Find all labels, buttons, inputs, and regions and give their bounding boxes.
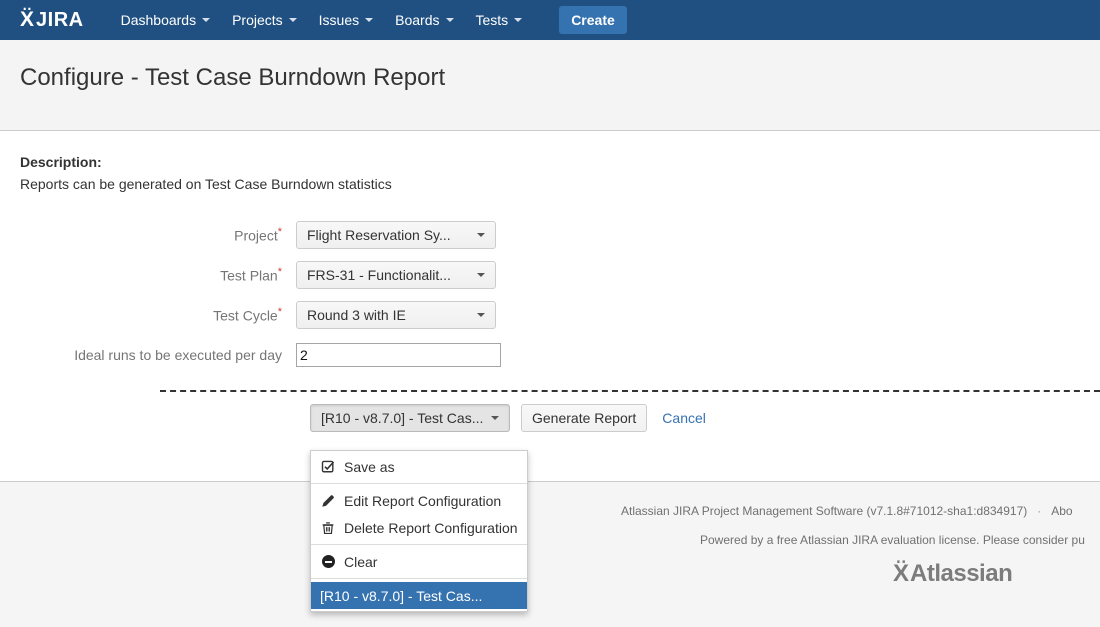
jira-logo-text: JIRA	[36, 9, 84, 32]
chevron-down-icon	[289, 18, 297, 22]
report-description: Description: Reports can be generated on…	[20, 154, 1100, 192]
menu-item-saved-report-r10[interactable]: [R10 - v8.7.0] - Test Cas...	[311, 582, 527, 609]
chevron-down-icon	[202, 18, 210, 22]
test-plan-select-value: FRS-31 - Functionalit...	[307, 267, 451, 283]
menu-separator	[311, 578, 527, 579]
form-row-test-plan: Test Plan* FRS-31 - Functionalit...	[20, 261, 1100, 289]
report-config-dropdown-value: [R10 - v8.7.0] - Test Cas...	[321, 410, 483, 426]
atlassian-logo[interactable]: Ẍ Atlassian	[893, 560, 1012, 588]
dashed-divider	[160, 390, 1100, 392]
create-button[interactable]: Create	[559, 6, 627, 34]
ideal-runs-input[interactable]	[296, 343, 501, 367]
checkbox-icon	[320, 459, 336, 475]
configure-form: Project* Flight Reservation Sy... Test P…	[0, 221, 1100, 367]
page-title: Configure - Test Case Burndown Report	[20, 64, 1080, 92]
menu-item-save-as[interactable]: Save as	[311, 453, 527, 480]
form-row-test-cycle: Test Cycle* Round 3 with IE	[20, 301, 1100, 329]
page-header: Configure - Test Case Burndown Report	[0, 40, 1100, 131]
chevron-down-icon	[477, 313, 485, 317]
project-label: Project*	[20, 225, 296, 246]
test-cycle-select[interactable]: Round 3 with IE	[296, 301, 496, 329]
report-config-menu: Save as Edit Report Configuration Delete…	[310, 450, 528, 612]
required-mark: *	[278, 306, 282, 318]
nav-item-tests[interactable]: Tests	[465, 0, 534, 40]
main-content: Description: Reports can be generated on…	[0, 154, 1100, 432]
ideal-runs-label: Ideal runs to be executed per day	[20, 346, 296, 365]
menu-item-delete-report-configuration[interactable]: Delete Report Configuration	[311, 514, 527, 541]
menu-separator	[311, 483, 527, 484]
form-row-ideal-runs: Ideal runs to be executed per day	[20, 343, 1100, 367]
menu-item-edit-report-configuration[interactable]: Edit Report Configuration	[311, 487, 527, 514]
atlassian-charlie-icon: Ẍ	[893, 560, 909, 588]
chevron-down-icon	[446, 18, 454, 22]
nav-item-issues[interactable]: Issues	[308, 0, 384, 40]
action-row: [R10 - v8.7.0] - Test Cas... Generate Re…	[310, 404, 1100, 432]
nav-item-projects[interactable]: Projects	[221, 0, 308, 40]
required-mark: *	[278, 226, 282, 238]
footer-license-line: Powered by a free Atlassian JIRA evaluat…	[700, 533, 1085, 547]
project-select[interactable]: Flight Reservation Sy...	[296, 221, 496, 249]
chevron-down-icon	[477, 233, 485, 237]
jira-charlie-icon: Ẍ	[20, 8, 34, 32]
footer-version-text: Atlassian JIRA Project Management Softwa…	[621, 504, 1027, 518]
atlassian-logo-text: Atlassian	[910, 560, 1012, 588]
about-link[interactable]: Abo	[1051, 504, 1072, 518]
menu-item-clear[interactable]: Clear	[311, 548, 527, 575]
minus-circle-icon	[320, 554, 336, 570]
footer-version-line: Atlassian JIRA Project Management Softwa…	[621, 504, 1073, 518]
report-config-dropdown[interactable]: [R10 - v8.7.0] - Test Cas...	[310, 404, 510, 432]
menu-separator	[311, 544, 527, 545]
description-text: Reports can be generated on Test Case Bu…	[20, 176, 1100, 192]
nav-item-boards[interactable]: Boards	[384, 0, 464, 40]
form-row-project: Project* Flight Reservation Sy...	[20, 221, 1100, 249]
generate-report-button[interactable]: Generate Report	[521, 404, 647, 432]
project-select-value: Flight Reservation Sy...	[307, 227, 451, 243]
test-cycle-select-value: Round 3 with IE	[307, 307, 406, 323]
description-heading: Description:	[20, 154, 1100, 170]
trash-icon	[320, 520, 336, 536]
chevron-down-icon	[514, 18, 522, 22]
chevron-down-icon	[365, 18, 373, 22]
chevron-down-icon	[491, 416, 499, 420]
page-footer: Atlassian JIRA Project Management Softwa…	[0, 481, 1100, 627]
cancel-link[interactable]: Cancel	[662, 410, 706, 426]
test-plan-label: Test Plan*	[20, 265, 296, 286]
footer-separator-dot: ·	[1037, 504, 1041, 518]
chevron-down-icon	[477, 273, 485, 277]
pencil-icon	[320, 493, 336, 509]
jira-logo[interactable]: Ẍ JIRA	[20, 8, 84, 32]
top-navbar: Ẍ JIRA Dashboards Projects Issues Boards…	[0, 0, 1100, 40]
required-mark: *	[278, 266, 282, 278]
test-plan-select[interactable]: FRS-31 - Functionalit...	[296, 261, 496, 289]
test-cycle-label: Test Cycle*	[20, 305, 296, 326]
nav-item-dashboards[interactable]: Dashboards	[110, 0, 222, 40]
